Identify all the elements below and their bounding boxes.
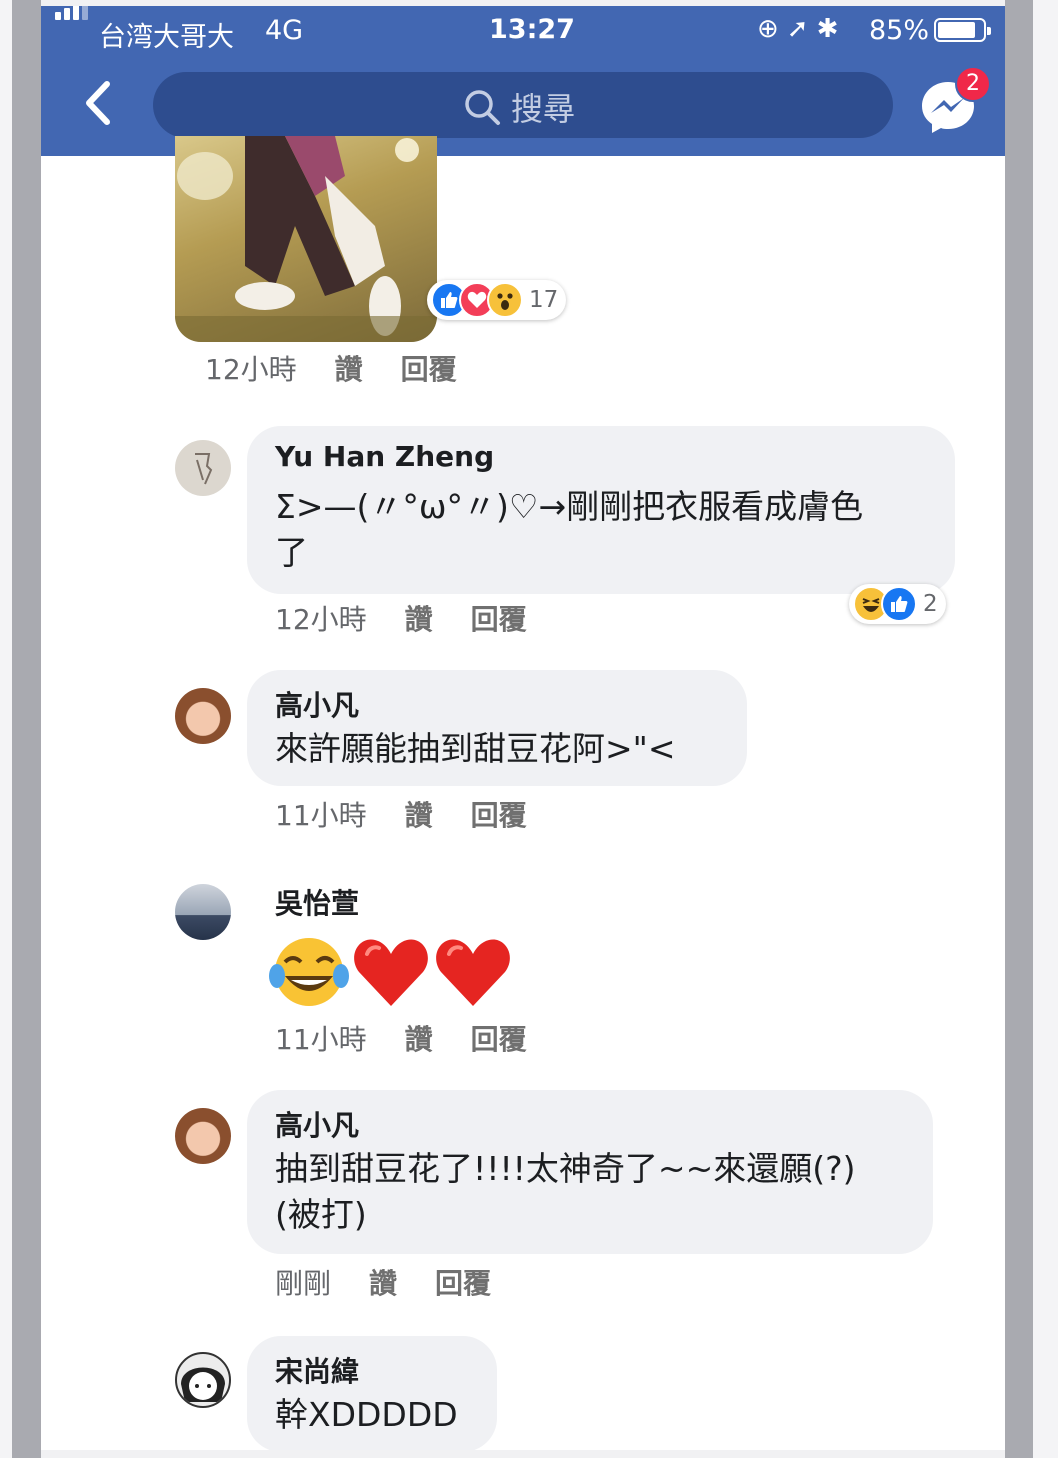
- comment-author[interactable]: 高小凡: [275, 1104, 359, 1144]
- post-time: 12小時: [205, 353, 297, 386]
- chevron-left-icon: [86, 81, 110, 125]
- status-bar: 台湾大哥大 4G 13:27 ⊕➚✱ 85%: [41, 6, 1005, 58]
- joy-icon: [269, 938, 349, 1006]
- comment-time: 剛剛: [275, 1267, 332, 1300]
- comment-reactions[interactable]: 2: [849, 584, 946, 624]
- comment-text: 幹XDDDDD: [275, 1395, 458, 1434]
- status-icons: ⊕➚✱: [757, 14, 846, 44]
- comment-text: Σ>—(〃°ω°〃)♡→剛剛把衣服看成膚色 了: [275, 484, 863, 576]
- screenshot-gutter-right: [1005, 0, 1033, 1458]
- comment-like-button[interactable]: 讚: [405, 603, 433, 636]
- comment-text-line: 抽到甜豆花了!!!!太神奇了~~來還願(?): [275, 1149, 856, 1188]
- comment-actions: 12小時 讚 回覆: [275, 598, 565, 638]
- heart-icon: [436, 939, 510, 1006]
- search-placeholder: 搜尋: [511, 90, 576, 128]
- battery-icon: [934, 18, 991, 42]
- comment-time: 11小時: [275, 799, 367, 832]
- avatar[interactable]: [175, 440, 231, 496]
- wow-icon: [487, 282, 523, 318]
- comment-author[interactable]: 宋尚緯: [275, 1350, 359, 1390]
- comment-like-button[interactable]: 讚: [405, 1023, 433, 1056]
- screenshot-frame-right: [1033, 0, 1058, 1458]
- comment-like-button[interactable]: 讚: [369, 1267, 397, 1300]
- comment-author[interactable]: Yu Han Zheng: [275, 440, 494, 473]
- battery-fill: [938, 22, 976, 38]
- phone-screen: 台湾大哥大 4G 13:27 ⊕➚✱ 85% 搜尋 2 17 12小時 讚 回覆…: [41, 6, 1005, 1450]
- comment-bubble: 高小凡 抽到甜豆花了!!!!太神奇了~~來還願(?) (被打): [247, 1090, 933, 1254]
- post-reply-button[interactable]: 回覆: [401, 353, 457, 386]
- comment-actions: 11小時 讚 回覆: [275, 794, 565, 834]
- search-bar[interactable]: 搜尋: [153, 72, 893, 138]
- comments-feed: 17 12小時讚回覆 Yu Han Zheng Σ>—(〃°ω°〃)♡→剛剛把衣…: [41, 136, 1005, 1450]
- avatar[interactable]: [175, 1108, 231, 1164]
- rotation-lock-icon: ⊕: [757, 14, 787, 44]
- bluetooth-icon: ✱: [816, 14, 847, 44]
- network-label: 4G: [265, 15, 304, 46]
- comment-text-line: 了: [275, 533, 308, 572]
- comment-text: 抽到甜豆花了!!!!太神奇了~~來還願(?) (被打): [275, 1146, 855, 1238]
- post-reaction-count: 17: [529, 287, 559, 313]
- post-actions: 12小時 讚 回覆: [205, 348, 495, 388]
- post-like-button[interactable]: 讚: [335, 353, 363, 386]
- search-icon: [465, 90, 500, 125]
- comment-reply-button[interactable]: 回覆: [471, 1023, 527, 1056]
- location-icon: ➚: [786, 14, 817, 44]
- avatar[interactable]: [175, 884, 231, 940]
- carrier-label: 台湾大哥大: [99, 22, 234, 53]
- comment-text: 來許願能抽到甜豆花阿>"<: [275, 729, 676, 768]
- comment-text-line: Σ>—(〃°ω°〃)♡→剛剛把衣服看成膚色: [275, 487, 864, 526]
- comment-author[interactable]: 吳怡萱: [275, 882, 359, 922]
- comment-time: 11小時: [275, 1023, 367, 1056]
- battery-percent: 85%: [869, 15, 930, 46]
- comment-reply-button[interactable]: 回覆: [435, 1267, 491, 1300]
- comment-time: 12小時: [275, 603, 367, 636]
- comment-text-line: (被打): [275, 1195, 367, 1234]
- screenshot-frame-left: [0, 0, 12, 1458]
- comment-reaction-count: 2: [923, 591, 938, 617]
- comment-bubble: 宋尚緯 幹XDDDDD: [247, 1336, 497, 1450]
- comment-bubble: 高小凡 來許願能抽到甜豆花阿>"<: [247, 670, 747, 786]
- comment-reply-button[interactable]: 回覆: [471, 799, 527, 832]
- comment-bubble: Yu Han Zheng Σ>—(〃°ω°〃)♡→剛剛把衣服看成膚色 了: [247, 426, 955, 594]
- comment-reply-button[interactable]: 回覆: [471, 603, 527, 636]
- status-time: 13:27: [489, 14, 575, 45]
- comment-emoji: [269, 932, 513, 1012]
- comment-like-button[interactable]: 讚: [405, 799, 433, 832]
- heart-icon: [354, 939, 428, 1006]
- comment-actions: 11小時 讚 回覆: [275, 1018, 565, 1058]
- top-bar: 台湾大哥大 4G 13:27 ⊕➚✱ 85% 搜尋 2: [41, 6, 1005, 156]
- avatar[interactable]: [175, 1352, 231, 1408]
- comment-sticker-image[interactable]: [175, 136, 437, 342]
- comment-author[interactable]: 高小凡: [275, 684, 359, 724]
- screenshot-gutter-left: [12, 0, 41, 1458]
- post-reactions[interactable]: 17: [427, 280, 567, 320]
- messenger-badge: 2: [955, 66, 991, 102]
- like-icon: [881, 586, 917, 622]
- back-button[interactable]: [79, 78, 119, 128]
- avatar[interactable]: [175, 688, 231, 744]
- comment-actions: 剛剛 讚 回覆: [275, 1262, 529, 1302]
